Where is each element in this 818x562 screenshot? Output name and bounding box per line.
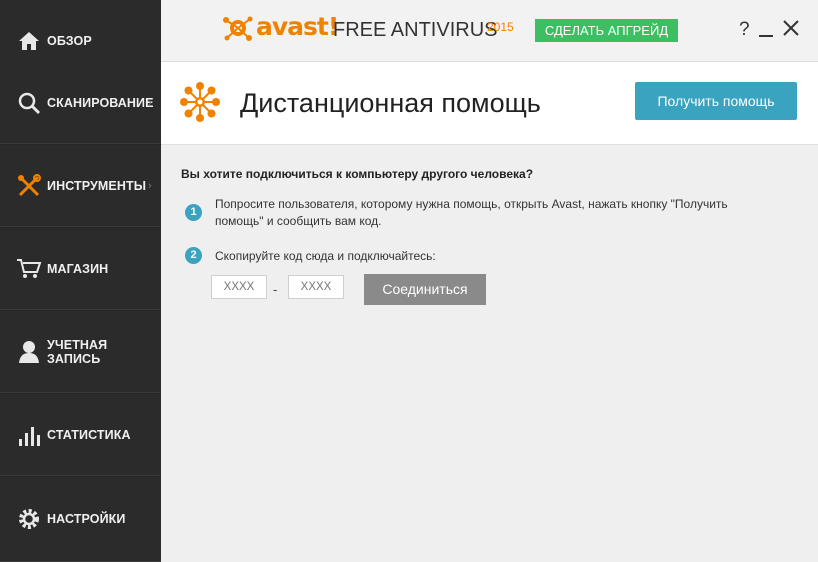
step-number-badge: 2: [185, 247, 202, 264]
help-button[interactable]: ?: [739, 19, 750, 41]
close-icon: [783, 20, 799, 36]
cart-icon: [16, 256, 42, 282]
sidebar-item-account[interactable]: УЧЕТНАЯ ЗАПИСЬ: [0, 311, 161, 393]
sidebar-item-store[interactable]: МАГАЗИН: [0, 228, 161, 310]
chevron-right-icon: ›: [148, 179, 152, 192]
sidebar-item-scan[interactable]: СКАНИРОВАНИЕ ›: [0, 62, 161, 144]
connect-button[interactable]: Соединиться: [364, 274, 486, 305]
page-header: Дистанционная помощь Получить помощь: [161, 62, 818, 145]
upgrade-button[interactable]: СДЕЛАТЬ АПГРЕЙД: [535, 19, 678, 42]
logo-wordmark: avast!: [256, 12, 339, 41]
sidebar-item-label: СТАТИСТИКА: [47, 427, 131, 442]
home-icon: [16, 28, 42, 54]
magnifier-icon: [16, 90, 42, 116]
main-content: Вы хотите подключиться к компьютеру друг…: [161, 145, 818, 562]
sidebar-item-label: ОБЗОР: [47, 33, 92, 48]
sidebar: ОБЗОР СКАНИРОВАНИЕ › ИНСТРУМЕНТЫ › МАГАЗ…: [0, 0, 161, 562]
get-help-button[interactable]: Получить помощь: [635, 82, 797, 120]
sidebar-item-stats[interactable]: СТАТИСТИКА: [0, 394, 161, 476]
tools-icon: [16, 173, 42, 199]
step-number-badge: 1: [185, 204, 202, 221]
stats-icon: [16, 422, 42, 448]
chevron-right-icon: ›: [148, 96, 152, 109]
sidebar-item-label: МАГАЗИН: [47, 261, 109, 276]
sidebar-item-label: СКАНИРОВАНИЕ: [47, 95, 154, 110]
minimize-button[interactable]: [759, 35, 773, 37]
remote-assistance-icon: [180, 82, 220, 122]
step2-instruction: Скопируйте код сюда и подключайтесь:: [215, 249, 436, 263]
product-name: FREE ANTIVIRUS: [333, 19, 498, 41]
user-icon: [16, 339, 42, 365]
gear-icon: [16, 506, 42, 532]
title-bar: avast! FREE ANTIVIRUS 2015 СДЕЛАТЬ АПГРЕ…: [161, 0, 818, 62]
avast-logo: avast!: [223, 12, 339, 42]
close-button[interactable]: [783, 20, 799, 36]
code-input-part2[interactable]: [288, 275, 344, 299]
sidebar-item-label: ИНСТРУМЕНТЫ: [47, 178, 147, 193]
sidebar-item-label: УЧЕТНАЯ ЗАПИСЬ: [47, 337, 108, 366]
product-year: 2015: [487, 20, 514, 34]
app-window: ОБЗОР СКАНИРОВАНИЕ › ИНСТРУМЕНТЫ › МАГАЗ…: [0, 0, 818, 562]
code-input-part1[interactable]: [211, 275, 267, 299]
code-separator: -: [273, 282, 278, 297]
page-title: Дистанционная помощь: [240, 88, 541, 118]
step1-instruction: Попросите пользователя, которому нужна п…: [215, 197, 728, 228]
sidebar-item-label: НАСТРОЙКИ: [47, 512, 126, 526]
question-heading: Вы хотите подключиться к компьютеру друг…: [181, 167, 534, 181]
sidebar-item-settings[interactable]: НАСТРОЙКИ: [0, 477, 161, 562]
avast-logo-icon: [223, 16, 253, 41]
sidebar-item-tools[interactable]: ИНСТРУМЕНТЫ ›: [0, 145, 161, 227]
